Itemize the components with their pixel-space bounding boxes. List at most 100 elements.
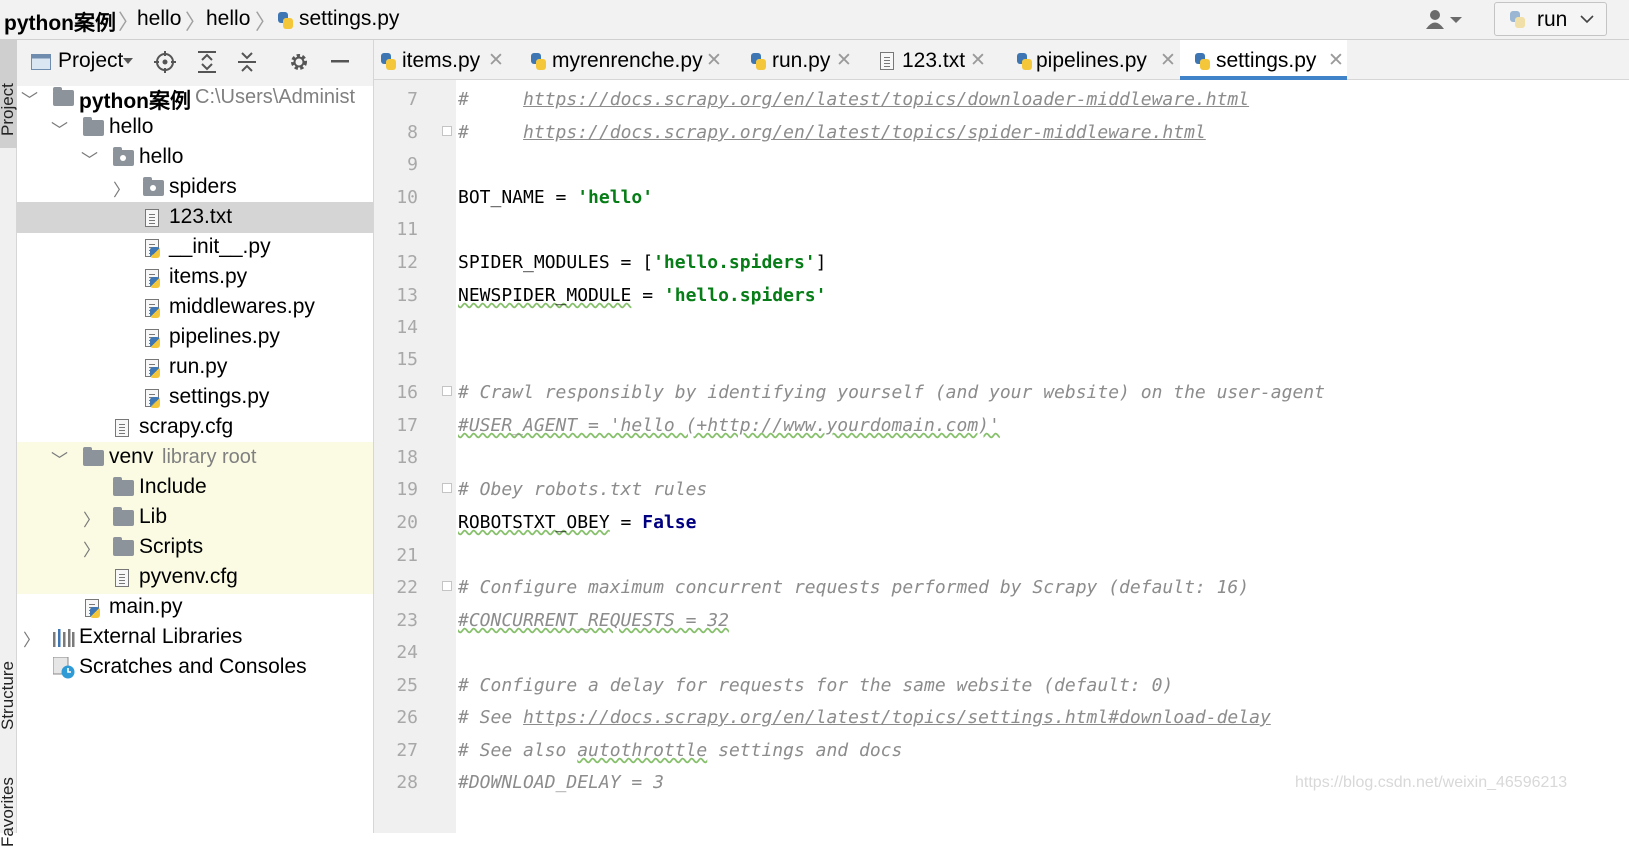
chevron-right-icon[interactable]: 〉	[83, 536, 100, 561]
close-icon[interactable]: ✕	[1160, 49, 1176, 72]
tool-window-stripe: Project Structure Favorites	[0, 40, 17, 847]
tree-item-123-txt[interactable]: 123.txt	[17, 202, 373, 233]
tree-item-pyvenv-cfg[interactable]: pyvenv.cfg	[17, 562, 373, 593]
fold-marker-icon[interactable]	[442, 126, 452, 136]
structure-tool-tab[interactable]: Structure	[0, 630, 17, 740]
expand-all-icon[interactable]	[197, 51, 217, 73]
code-line-23: #CONCURRENT_REQUESTS = 32	[458, 610, 729, 631]
chevron-down-icon[interactable]: ﹀	[51, 116, 68, 141]
breadcrumb-folder-hello[interactable]: hello	[137, 7, 181, 31]
tab-run-py[interactable]: run.py ✕	[744, 40, 854, 80]
chevron-right-icon[interactable]: 〉	[113, 176, 130, 201]
tab-settings-py[interactable]: settings.py ✕	[1180, 40, 1347, 80]
breadcrumb-package-hello[interactable]: hello	[206, 7, 250, 31]
tree-item-scrapy-cfg[interactable]: scrapy.cfg	[17, 412, 373, 443]
doc-link[interactable]: https://docs.scrapy.org/en/latest/topics…	[523, 122, 1206, 143]
folder-icon	[83, 447, 104, 466]
collapse-all-icon[interactable]	[237, 51, 257, 73]
line-number: 21	[396, 545, 418, 566]
tab-label: items.py	[402, 49, 481, 72]
tree-item-python-project[interactable]: ﹀ python案例 C:\Users\Administ	[17, 82, 373, 113]
python-file-icon	[145, 239, 160, 258]
code-text: ]	[815, 252, 827, 273]
tree-item-init-py[interactable]: __init__.py	[17, 232, 373, 263]
tree-item-external-libraries[interactable]: 〉 External Libraries	[17, 622, 373, 653]
python-file-icon	[85, 599, 100, 618]
navigation-bar: python案例 〉 hello 〉 hello 〉 settings.py r…	[0, 0, 1629, 40]
line-number: 16	[396, 382, 418, 403]
tree-item-label: items.py	[169, 265, 248, 288]
tree-item-run-py[interactable]: run.py	[17, 352, 373, 383]
tree-item-label: spiders	[169, 175, 237, 198]
favorites-tool-tab[interactable]: Favorites	[0, 752, 17, 847]
chevron-right-icon[interactable]: 〉	[23, 626, 40, 651]
config-file-icon	[115, 419, 129, 437]
project-window-icon	[31, 54, 51, 70]
tree-item-hello-package[interactable]: ﹀ hello	[17, 142, 373, 173]
chevron-down-icon[interactable]: ﹀	[51, 446, 68, 471]
breadcrumb-project[interactable]: python案例	[4, 7, 116, 37]
project-view-selector[interactable]: Project	[58, 49, 123, 73]
chevron-down-icon[interactable]: ﹀	[81, 146, 98, 171]
tree-item-scripts[interactable]: 〉 Scripts	[17, 532, 373, 563]
config-file-icon	[115, 569, 129, 587]
tab-myrenrenche-py[interactable]: myrenrenche.py ✕	[524, 40, 724, 80]
tree-item-main-py[interactable]: main.py	[17, 592, 373, 623]
code-editor[interactable]: 7 8 9 10 11 12 13 14 15 16 17 18 19 20 2…	[374, 80, 1629, 833]
comment: autothrottle	[577, 740, 708, 761]
tree-item-label: Scripts	[139, 535, 204, 558]
line-number: 24	[396, 642, 418, 663]
favorites-tool-label: Favorites	[0, 777, 17, 847]
line-number: 25	[396, 675, 418, 696]
close-icon[interactable]: ✕	[836, 49, 852, 72]
tree-item-pipelines-py[interactable]: pipelines.py	[17, 322, 373, 353]
close-icon[interactable]: ✕	[706, 49, 722, 72]
tree-item-middlewares-py[interactable]: middlewares.py	[17, 292, 373, 323]
code-text: BOT_NAME =	[458, 187, 578, 208]
close-icon[interactable]: ✕	[970, 49, 986, 72]
fold-marker-icon[interactable]	[442, 581, 452, 591]
folder-icon	[113, 537, 134, 556]
gear-icon[interactable]	[288, 51, 310, 73]
tree-item-include[interactable]: Include	[17, 472, 373, 503]
tab-label: run.py	[772, 49, 831, 72]
tab-label: pipelines.py	[1036, 49, 1147, 72]
close-icon[interactable]: ✕	[488, 49, 504, 72]
close-icon[interactable]: ✕	[1328, 49, 1344, 72]
code-line-22: # Configure maximum concurrent requests …	[458, 577, 1250, 598]
minimize-icon[interactable]	[331, 60, 349, 64]
tab-123-txt[interactable]: 123.txt ✕	[874, 40, 994, 80]
project-path-hint: C:\Users\Administ	[195, 86, 356, 108]
tab-pipelines-py[interactable]: pipelines.py ✕	[1010, 40, 1178, 80]
run-configuration-selector[interactable]: run	[1494, 2, 1607, 36]
breadcrumb-file[interactable]: settings.py	[299, 7, 399, 31]
fold-marker-icon[interactable]	[442, 483, 452, 493]
locate-file-icon[interactable]	[154, 51, 176, 73]
doc-link[interactable]: https://docs.scrapy.org/en/latest/topics…	[523, 89, 1249, 110]
python-file-icon	[145, 299, 160, 318]
tree-item-lib[interactable]: 〉 Lib	[17, 502, 373, 533]
line-number: 23	[396, 610, 418, 631]
fold-marker-icon[interactable]	[442, 386, 452, 396]
tree-item-spiders[interactable]: 〉 spiders	[17, 172, 373, 203]
project-panel-header: Project	[17, 40, 373, 86]
dropdown-arrow-icon[interactable]	[123, 58, 133, 66]
text-file-icon	[145, 209, 159, 227]
line-number: 22	[396, 577, 418, 598]
comment: settings and docs	[707, 740, 903, 761]
doc-link[interactable]: https://docs.scrapy.org/en/latest/topics…	[523, 707, 1271, 728]
tree-item-settings-py[interactable]: settings.py	[17, 382, 373, 413]
tree-item-label: pipelines.py	[169, 325, 280, 348]
tree-item-scratches[interactable]: Scratches and Consoles	[17, 652, 373, 683]
python-file-icon	[750, 52, 766, 70]
account-button[interactable]	[1425, 8, 1465, 32]
library-icon	[53, 629, 75, 647]
project-tool-tab[interactable]: Project	[0, 40, 17, 148]
tree-item-hello-folder[interactable]: ﹀ hello	[17, 112, 373, 143]
python-file-icon	[380, 52, 396, 70]
tab-items-py[interactable]: items.py ✕	[374, 40, 514, 80]
tree-item-venv[interactable]: ﹀ venv library root	[17, 442, 373, 473]
chevron-right-icon[interactable]: 〉	[83, 506, 100, 531]
chevron-down-icon[interactable]: ﹀	[21, 86, 38, 111]
tree-item-items-py[interactable]: items.py	[17, 262, 373, 293]
